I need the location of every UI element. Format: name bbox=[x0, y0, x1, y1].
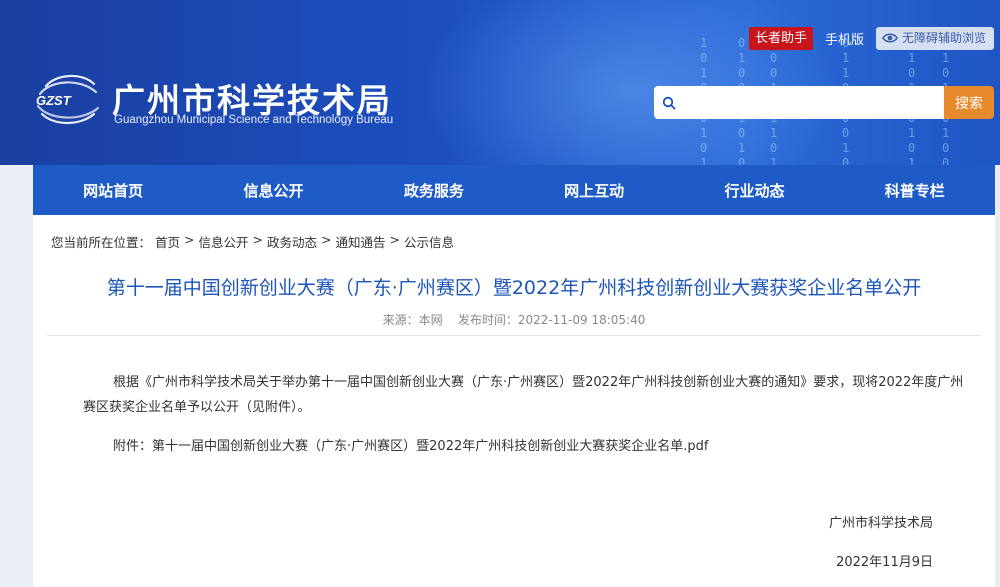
article-title: 第十一届中国创新创业大赛（广东·广州赛区）暨2022年广州科技创新创业大赛获奖企… bbox=[106, 277, 922, 299]
breadcrumb-prefix: 您当前所在位置： bbox=[51, 235, 152, 250]
attachment-link[interactable]: 第十一届中国创新创业大赛（广东·广州赛区）暨2022年广州科技创新创业大赛获奖企… bbox=[152, 435, 708, 454]
signature-date: 2022年11月9日 bbox=[836, 555, 933, 570]
eye-icon bbox=[882, 33, 898, 43]
search-box bbox=[654, 86, 944, 119]
breadcrumb-home[interactable]: 首页 bbox=[155, 232, 180, 251]
mobile-version-link[interactable]: 手机版 bbox=[825, 29, 864, 48]
article-meta: 来源：本网 发布时间：2022-11-09 18:05:40 bbox=[33, 311, 995, 328]
elder-assistant-button[interactable]: 长者助手 bbox=[748, 26, 813, 50]
top-links: 长者助手 手机版 无障碍辅助浏览 bbox=[748, 26, 994, 50]
logo-text: GZST bbox=[36, 93, 72, 108]
search-icon bbox=[654, 86, 684, 119]
article-source: 来源：本网 bbox=[382, 313, 443, 327]
attachment: 附件： 第十一届中国创新创业大赛（广东·广州赛区）暨2022年广州科技创新创业大… bbox=[113, 435, 708, 454]
article-body: 根据《广州市科学技术局关于举办第十一届中国创新创业大赛（广东·广州赛区）暨202… bbox=[83, 375, 964, 415]
search-input[interactable] bbox=[684, 87, 934, 118]
divider bbox=[47, 335, 981, 336]
attachment-label: 附件： bbox=[113, 439, 153, 454]
breadcrumb-separator: > bbox=[389, 232, 401, 247]
search-button[interactable]: 搜索 bbox=[944, 86, 994, 119]
nav-info-disclosure[interactable]: 信息公开 bbox=[193, 165, 353, 215]
breadcrumb-separator: > bbox=[252, 232, 264, 247]
gzst-logo[interactable]: GZST bbox=[32, 68, 104, 130]
article-publish-time: 发布时间：2022-11-09 18:05:40 bbox=[457, 313, 646, 327]
breadcrumb-notices[interactable]: 通知通告 bbox=[336, 232, 386, 251]
site-header: 1 0 1 0 1 0 1 0 1 0 1 0 1 0 0 1 1 0 1 0 … bbox=[0, 0, 1000, 165]
main-nav: 网站首页 信息公开 政务服务 网上互动 行业动态 科普专栏 bbox=[33, 165, 995, 215]
nav-online-interaction[interactable]: 网上互动 bbox=[514, 165, 674, 215]
breadcrumb-separator: > bbox=[321, 232, 332, 247]
article-container: 您当前所在位置： 首页 > 信息公开 > 政务动态 > 通知通告 > 公示信息 … bbox=[33, 215, 995, 587]
nav-home[interactable]: 网站首页 bbox=[33, 165, 193, 215]
breadcrumb-public-info[interactable]: 公示信息 bbox=[404, 232, 454, 251]
site-title-en: Guangzhou Municipal Science and Technolo… bbox=[114, 114, 394, 126]
breadcrumb-separator: > bbox=[184, 232, 195, 247]
breadcrumb: 您当前所在位置： 首页 > 信息公开 > 政务动态 > 通知通告 > 公示信息 bbox=[51, 232, 454, 251]
nav-science-column[interactable]: 科普专栏 bbox=[835, 165, 995, 215]
breadcrumb-info-disclosure[interactable]: 信息公开 bbox=[199, 232, 249, 251]
nav-gov-services[interactable]: 政务服务 bbox=[354, 165, 514, 215]
accessibility-button[interactable]: 无障碍辅助浏览 bbox=[875, 26, 994, 50]
signature-org: 广州市科学技术局 bbox=[828, 516, 933, 531]
nav-industry-news[interactable]: 行业动态 bbox=[674, 165, 834, 215]
accessibility-label: 无障碍辅助浏览 bbox=[901, 30, 986, 45]
breadcrumb-gov-news[interactable]: 政务动态 bbox=[267, 232, 317, 251]
